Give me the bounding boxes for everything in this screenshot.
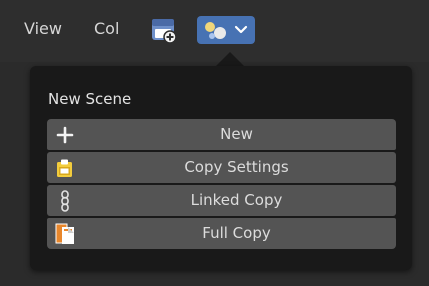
new-scene-icon <box>152 19 177 44</box>
option-copy-settings[interactable]: Copy Settings <box>47 152 396 183</box>
option-new[interactable]: New <box>47 119 396 150</box>
option-list: New Copy Settings Linked Copy Full Copy <box>47 119 396 249</box>
option-linked-copy[interactable]: Linked Copy <box>47 185 396 216</box>
scene-icon <box>205 22 226 39</box>
menu-view[interactable]: View <box>20 14 66 44</box>
option-label: Copy Settings <box>184 158 289 176</box>
chevron-down-icon <box>234 25 248 34</box>
new-scene-button[interactable] <box>150 16 178 44</box>
option-full-copy[interactable]: Full Copy <box>47 218 396 249</box>
option-label: Full Copy <box>202 224 271 242</box>
new-scene-menu: New Scene New Copy Settings Linked Copy … <box>30 66 412 270</box>
menu-title: New Scene <box>48 90 132 108</box>
menu-collection[interactable]: Col <box>90 14 123 44</box>
editor-header: View Col <box>0 0 429 62</box>
option-label: New <box>220 125 253 143</box>
scene-browse-dropdown[interactable] <box>197 16 255 44</box>
option-label: Linked Copy <box>190 191 283 209</box>
popup-pointer <box>216 52 244 66</box>
